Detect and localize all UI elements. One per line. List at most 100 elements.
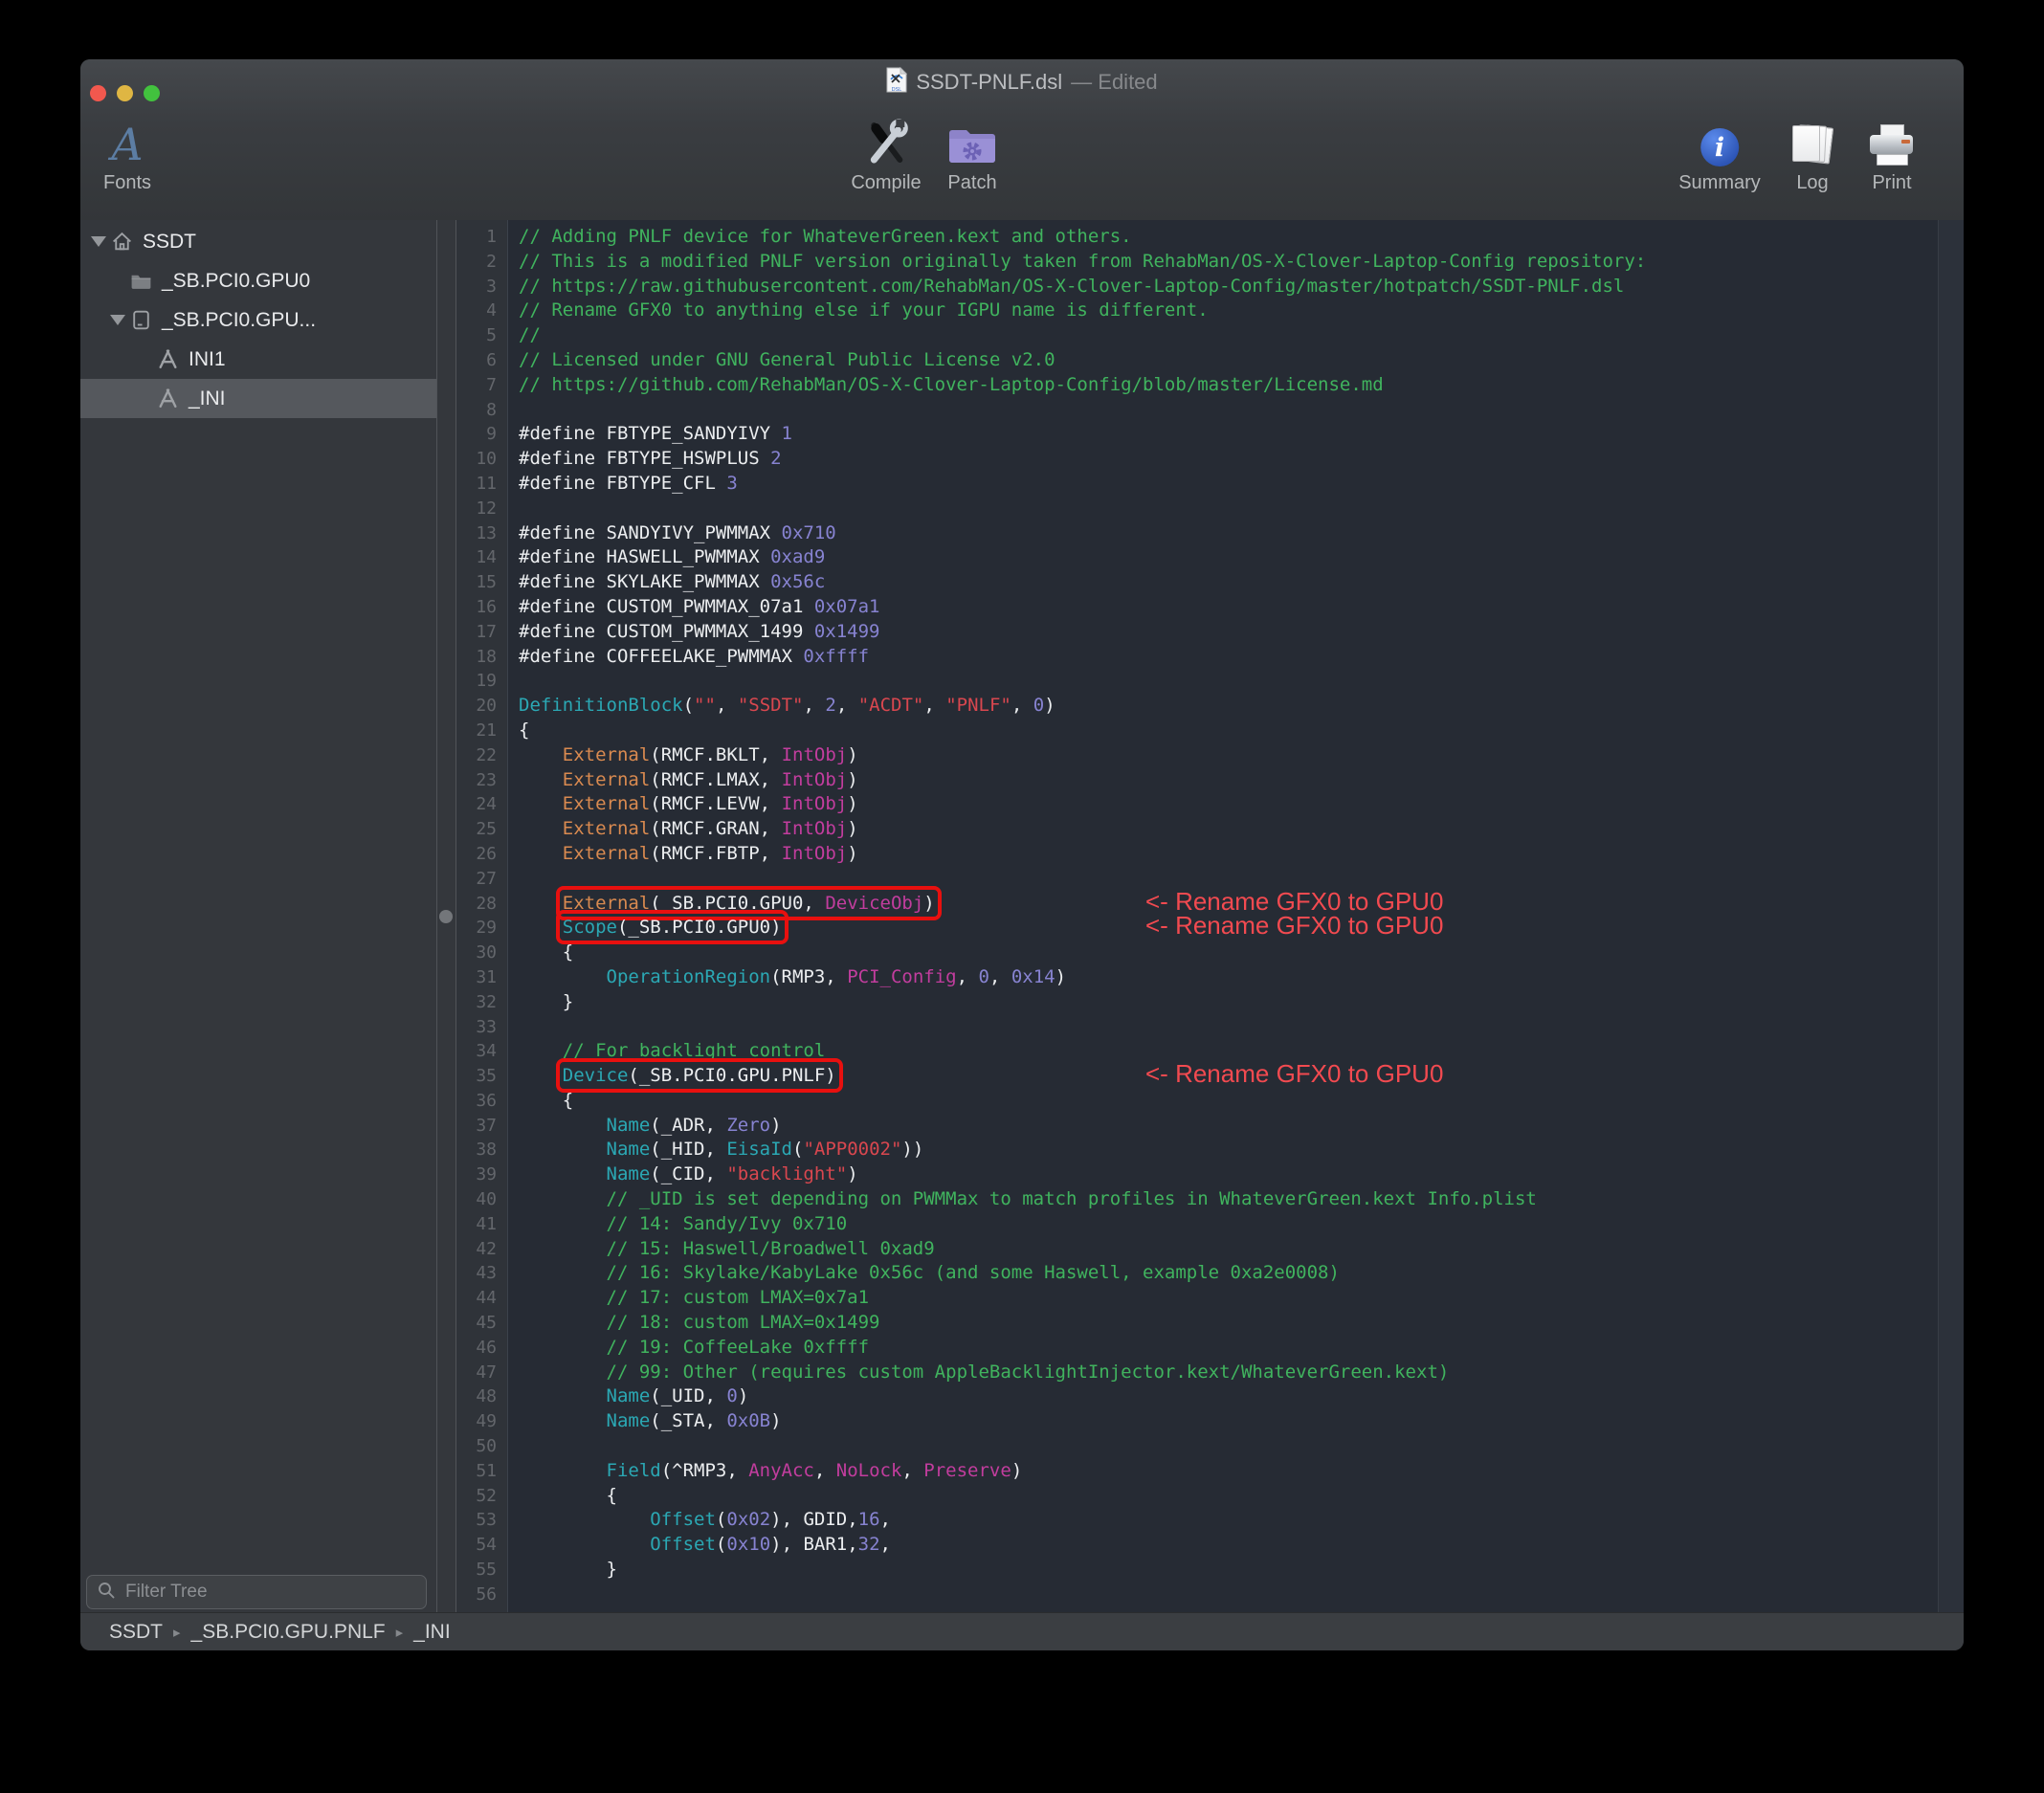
code-line: 3 // https://raw.githubusercontent.com/Re… bbox=[456, 275, 1964, 299]
breadcrumb-segment[interactable]: SSDT bbox=[109, 1621, 163, 1644]
line-content: #define CUSTOM_PWMMAX_07a1 0x07a1 bbox=[519, 595, 880, 617]
line-number: 34 bbox=[476, 1041, 497, 1062]
toolbar-log[interactable]: Log bbox=[1790, 111, 1834, 194]
code-line: 19 bbox=[456, 669, 1964, 694]
code-line: 46 // 19: CoffeeLake 0xffff bbox=[456, 1336, 1964, 1361]
code-line: 32 } bbox=[456, 990, 1964, 1015]
code-line: 20 DefinitionBlock("", "SSDT", 2, "ACDT",… bbox=[456, 694, 1964, 719]
line-number: 54 bbox=[476, 1535, 497, 1556]
line-content: Name(_CID, "backlight") bbox=[606, 1163, 858, 1185]
line-content: Scope(_SB.PCI0.GPU0) bbox=[507, 910, 789, 945]
code-line: 31 OperationRegion(RMP3, PCI_Config, 0, … bbox=[456, 965, 1964, 990]
log-pages-icon bbox=[1790, 124, 1834, 166]
tree-item-label: _INI bbox=[189, 387, 226, 410]
code-line: 12 bbox=[456, 497, 1964, 521]
code-line: 41 // 14: Sandy/Ivy 0x710 bbox=[456, 1212, 1964, 1237]
line-number: 51 bbox=[476, 1460, 497, 1481]
line-content: // Adding PNLF device for WhateverGreen.… bbox=[519, 226, 1132, 247]
code-line: 35 Device(_SB.PCI0.GPU.PNLF) <- Rename GF… bbox=[456, 1058, 1964, 1094]
line-content: Device(_SB.PCI0.GPU.PNLF) bbox=[507, 1058, 843, 1094]
line-number: 3 bbox=[486, 276, 497, 297]
tree-item--sb-pci0-gpu0[interactable]: _SB.PCI0.GPU0 bbox=[80, 261, 436, 300]
line-content: External(RMCF.GRAN, IntObj) bbox=[562, 818, 858, 840]
code-line: 54 Offset(0x10), BAR1,32, bbox=[456, 1533, 1964, 1558]
line-number: 17 bbox=[476, 621, 497, 642]
rename-annotation: <- Rename GFX0 to GPU0 bbox=[1145, 911, 1444, 941]
folder-icon bbox=[128, 269, 153, 294]
line-number: 40 bbox=[476, 1189, 497, 1210]
marker-gutter bbox=[437, 220, 456, 1613]
line-content: // For backlight control bbox=[562, 1040, 826, 1062]
code-line: 36 { bbox=[456, 1089, 1964, 1114]
line-number: 55 bbox=[476, 1560, 497, 1581]
tree-item--ini[interactable]: _INI bbox=[80, 379, 436, 418]
breadcrumb-segment[interactable]: _SB.PCI0.GPU.PNLF bbox=[191, 1621, 386, 1644]
line-number: 24 bbox=[476, 794, 497, 815]
svg-text:DSL: DSL bbox=[892, 87, 902, 93]
code-line: 49 Name(_STA, 0x0B) bbox=[456, 1409, 1964, 1434]
code-editor[interactable]: 1 // Adding PNLF device for WhateverGreen… bbox=[456, 220, 1964, 1613]
toolbar-summary[interactable]: i Summary bbox=[1678, 111, 1761, 194]
disclosure-triangle-icon[interactable] bbox=[88, 236, 109, 247]
line-number: 18 bbox=[476, 646, 497, 667]
line-number: 38 bbox=[476, 1140, 497, 1161]
breadcrumb-segment[interactable]: _INI bbox=[413, 1621, 451, 1644]
line-content: #define FBTYPE_SANDYIVY 1 bbox=[519, 423, 792, 445]
toolbar-fonts[interactable]: A Fonts bbox=[90, 111, 165, 194]
line-content: // Licensed under GNU General Public Lic… bbox=[519, 348, 1055, 370]
tree-item--sb-pci0-gpu-[interactable]: _SB.PCI0.GPU... bbox=[80, 300, 436, 340]
line-content: // 15: Haswell/Broadwell 0xad9 bbox=[606, 1237, 935, 1259]
filter-tree-input[interactable] bbox=[123, 1581, 416, 1604]
line-number: 35 bbox=[476, 1066, 497, 1087]
rename-highlight-box: External(_SB.PCI0.GPU0, DeviceObj) bbox=[555, 885, 942, 920]
line-number: 2 bbox=[486, 251, 497, 272]
tree-item-label: SSDT bbox=[143, 230, 197, 253]
line-number: 8 bbox=[486, 399, 497, 420]
code-line: 13 #define SANDYIVY_PWMMAX 0x710 bbox=[456, 521, 1964, 546]
change-marker-dot bbox=[439, 910, 453, 923]
code-line: 43 // 16: Skylake/KabyLake 0x56c (and so… bbox=[456, 1261, 1964, 1286]
line-number: 39 bbox=[476, 1164, 497, 1185]
line-number: 46 bbox=[476, 1337, 497, 1358]
line-number: 14 bbox=[476, 547, 497, 568]
toolbar-compile[interactable]: Compile bbox=[851, 111, 922, 194]
toolbar-print[interactable]: Print bbox=[1868, 111, 1916, 194]
code-line: 8 bbox=[456, 398, 1964, 423]
code-line: 17 #define CUSTOM_PWMMAX_1499 0x1499 bbox=[456, 620, 1964, 645]
line-content: // bbox=[519, 324, 541, 346]
filter-tree-field[interactable] bbox=[86, 1575, 427, 1609]
code-line: 15 #define SKYLAKE_PWMMAX 0x56c bbox=[456, 570, 1964, 595]
summary-label: Summary bbox=[1678, 172, 1761, 193]
line-number: 37 bbox=[476, 1115, 497, 1136]
line-content: External(_SB.PCI0.GPU0, DeviceObj) bbox=[507, 885, 942, 920]
fonts-label: Fonts bbox=[102, 172, 152, 193]
print-label: Print bbox=[1872, 172, 1912, 193]
tree-item-ini1[interactable]: INI1 bbox=[80, 340, 436, 379]
disclosure-triangle-icon[interactable] bbox=[107, 315, 128, 325]
code-line: 1 // Adding PNLF device for WhateverGreen… bbox=[456, 225, 1964, 250]
code-line: 42 // 15: Haswell/Broadwell 0xad9 bbox=[456, 1237, 1964, 1262]
disclosure-triangle-icon bbox=[134, 393, 155, 404]
line-content: DefinitionBlock("", "SSDT", 2, "ACDT", "… bbox=[519, 695, 1055, 717]
rename-highlight-box: Scope(_SB.PCI0.GPU0) bbox=[555, 910, 789, 945]
compile-tools-icon bbox=[863, 111, 909, 166]
tree-item-ssdt[interactable]: SSDT bbox=[80, 222, 436, 261]
line-content: Name(_HID, EisaId("APP0002")) bbox=[606, 1139, 924, 1161]
line-number: 42 bbox=[476, 1238, 497, 1259]
toolbar-patch[interactable]: Patch bbox=[947, 111, 997, 194]
line-content: #define SKYLAKE_PWMMAX 0x56c bbox=[519, 571, 826, 593]
line-content bbox=[507, 1583, 519, 1607]
rename-annotation: <- Rename GFX0 to GPU0 bbox=[1145, 1059, 1444, 1089]
line-content: // 99: Other (requires custom AppleBackl… bbox=[606, 1361, 1450, 1383]
line-number: 13 bbox=[476, 522, 497, 543]
code-line: 52 { bbox=[456, 1484, 1964, 1509]
disclosure-triangle-icon bbox=[107, 276, 128, 286]
method-icon bbox=[155, 347, 180, 372]
print-icon bbox=[1868, 124, 1916, 166]
patch-label: Patch bbox=[947, 172, 997, 193]
code-line: 7 // https://github.com/RehabMan/OS-X-Clo… bbox=[456, 373, 1964, 398]
line-number: 44 bbox=[476, 1288, 497, 1309]
line-number: 12 bbox=[476, 498, 497, 519]
line-content: Field(^RMP3, AnyAcc, NoLock, Preserve) bbox=[606, 1459, 1023, 1481]
code-line: 22 External(RMCF.BKLT, IntObj) bbox=[456, 743, 1964, 768]
